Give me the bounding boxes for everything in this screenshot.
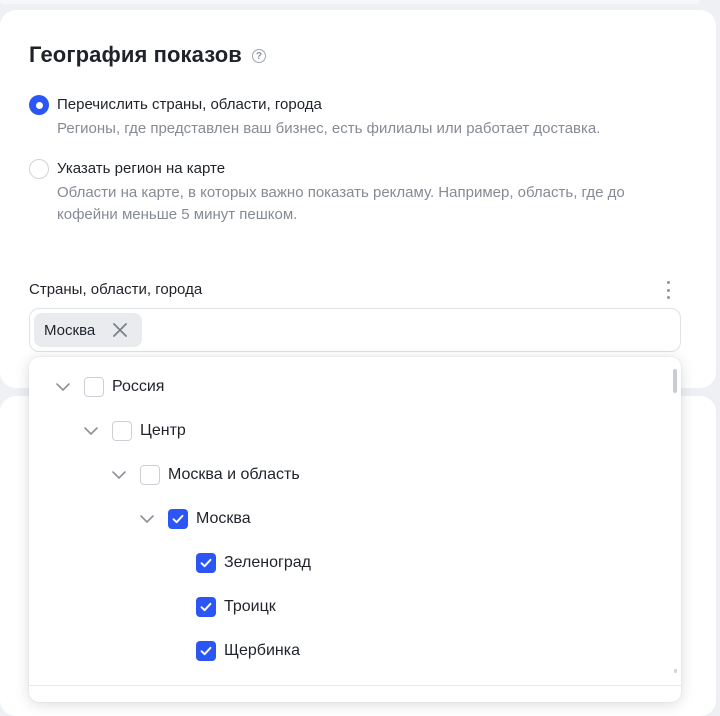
check-icon	[172, 514, 184, 524]
radio-option-description: Регионы, где представлен ваш бизнес, ест…	[57, 120, 601, 137]
radio-option-label: Указать регион на карте	[57, 160, 226, 177]
tree-item-center[interactable]: Центр	[83, 419, 186, 443]
tree-item-label: Россия	[112, 378, 165, 395]
tree-item-label: Москва и область	[168, 466, 300, 483]
check-icon	[200, 602, 212, 612]
checkbox-checked[interactable]	[196, 641, 216, 661]
radio-option-description: Области на карте, в которых важно показа…	[57, 184, 625, 223]
scrollbar-track-end	[674, 669, 677, 673]
tree-item-moscow-region[interactable]: Москва и область	[111, 463, 300, 487]
close-icon[interactable]	[112, 322, 128, 338]
tree-item-russia[interactable]: Россия	[55, 375, 164, 399]
checkbox-unchecked[interactable]	[112, 421, 132, 441]
tree-item-shcherbinka[interactable]: Щербинка	[196, 639, 300, 663]
section-header: География показов ?	[29, 40, 266, 70]
region-chip-label: Москва	[44, 321, 96, 339]
checkbox-checked[interactable]	[168, 509, 188, 529]
more-vertical-icon[interactable]	[666, 281, 670, 299]
chevron-down-icon[interactable]	[139, 511, 155, 527]
region-chip: Москва	[34, 313, 142, 347]
radio-option-list-regions[interactable]: Перечислить страны, области, города Реги…	[29, 95, 657, 140]
checkbox-unchecked[interactable]	[84, 377, 104, 397]
checkbox-checked[interactable]	[196, 553, 216, 573]
radio-button-unselected[interactable]	[29, 159, 49, 179]
checkbox-unchecked[interactable]	[140, 465, 160, 485]
regions-dropdown: Россия Центр Москва и область Москва Зел…	[29, 357, 681, 702]
regions-input[interactable]: Москва	[29, 308, 681, 352]
regions-field-label: Страны, области, города	[29, 281, 203, 298]
chevron-down-icon[interactable]	[55, 379, 71, 395]
chevron-down-icon[interactable]	[111, 467, 127, 483]
check-icon	[200, 646, 212, 656]
section-title: География показов	[29, 42, 242, 67]
tree-item-label: Троицк	[224, 598, 276, 615]
tree-item-zelenograd[interactable]: Зеленоград	[196, 551, 311, 575]
dropdown-divider	[29, 685, 681, 686]
radio-option-label: Перечислить страны, области, города	[57, 96, 322, 113]
check-icon	[200, 558, 212, 568]
tree-item-label: Москва	[196, 510, 251, 527]
question-circle-icon[interactable]: ?	[251, 49, 266, 63]
dropdown-scrollbar[interactable]	[673, 369, 677, 393]
radio-option-map-region[interactable]: Указать регион на карте Области на карте…	[29, 159, 657, 226]
tree-item-label: Зеленоград	[224, 554, 311, 571]
tree-item-label: Щербинка	[224, 642, 300, 659]
tree-item-troitsk[interactable]: Троицк	[196, 595, 276, 619]
previous-card-edge	[0, 0, 700, 4]
tree-item-label: Центр	[140, 422, 186, 439]
tree-item-moscow[interactable]: Москва	[139, 507, 251, 531]
radio-button-selected[interactable]	[29, 95, 49, 115]
chevron-down-icon[interactable]	[83, 423, 99, 439]
checkbox-checked[interactable]	[196, 597, 216, 617]
